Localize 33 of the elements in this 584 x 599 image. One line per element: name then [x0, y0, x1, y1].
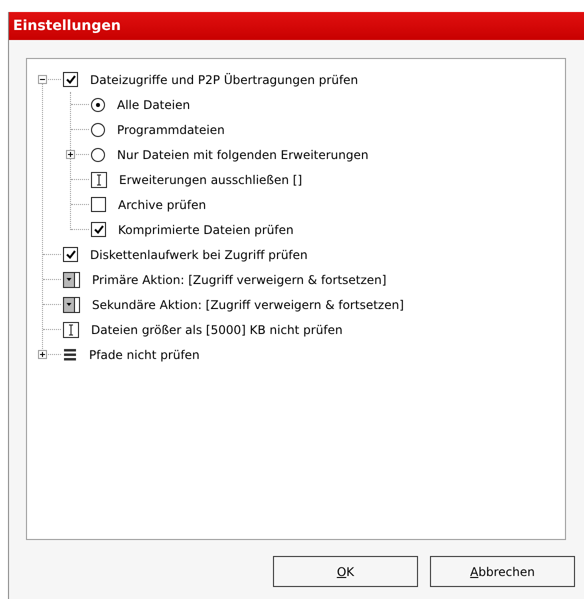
minus-icon [39, 76, 46, 83]
option-label: Primäre Aktion: [Zugriff verweigern & fortsetzen] [92, 272, 386, 286]
option-label: Pfade nicht prüfen [89, 348, 200, 362]
option-label: Komprimierte Dateien prüfen [118, 222, 294, 236]
checkbox[interactable] [91, 197, 106, 212]
option-label: Erweiterungen ausschließen [] [119, 172, 302, 186]
list-icon [63, 348, 77, 362]
text-field-icon [91, 172, 107, 188]
option-label: Dateizugriffe und P2P Übertragungen prüfen [90, 72, 358, 86]
dialog-button[interactable]: Abbrechen [430, 556, 575, 587]
expand-toggle[interactable] [66, 150, 75, 159]
checkbox[interactable] [63, 247, 78, 262]
option-label: Archive prüfen [118, 198, 206, 212]
option-label: Sekundäre Aktion: [Zugriff verweigern & fortsetzen] [92, 298, 404, 312]
plus-icon [39, 351, 46, 358]
checkbox[interactable] [63, 72, 78, 87]
option-label: Alle Dateien [117, 98, 190, 112]
radio-button[interactable] [91, 98, 105, 112]
expand-toggle[interactable] [38, 350, 47, 359]
dropdown-icon [63, 272, 80, 288]
expand-toggle[interactable] [38, 75, 47, 84]
option-label: Programmdateien [117, 122, 225, 136]
plus-icon [67, 151, 74, 158]
option-label: Diskettenlaufwerk bei Zugriff prüfen [90, 248, 308, 262]
dialog-button[interactable]: OK [273, 556, 418, 587]
text-field-icon [63, 322, 79, 338]
checkbox[interactable] [91, 222, 106, 237]
option-label: Dateien größer als [5000] KB nicht prüfen [91, 322, 343, 336]
option-label: Nur Dateien mit folgenden Erweiterungen [117, 148, 369, 162]
radio-button[interactable] [91, 148, 105, 162]
dropdown-icon [63, 296, 80, 312]
window-title: Einstellungen [9, 12, 584, 40]
radio-button[interactable] [91, 122, 105, 136]
